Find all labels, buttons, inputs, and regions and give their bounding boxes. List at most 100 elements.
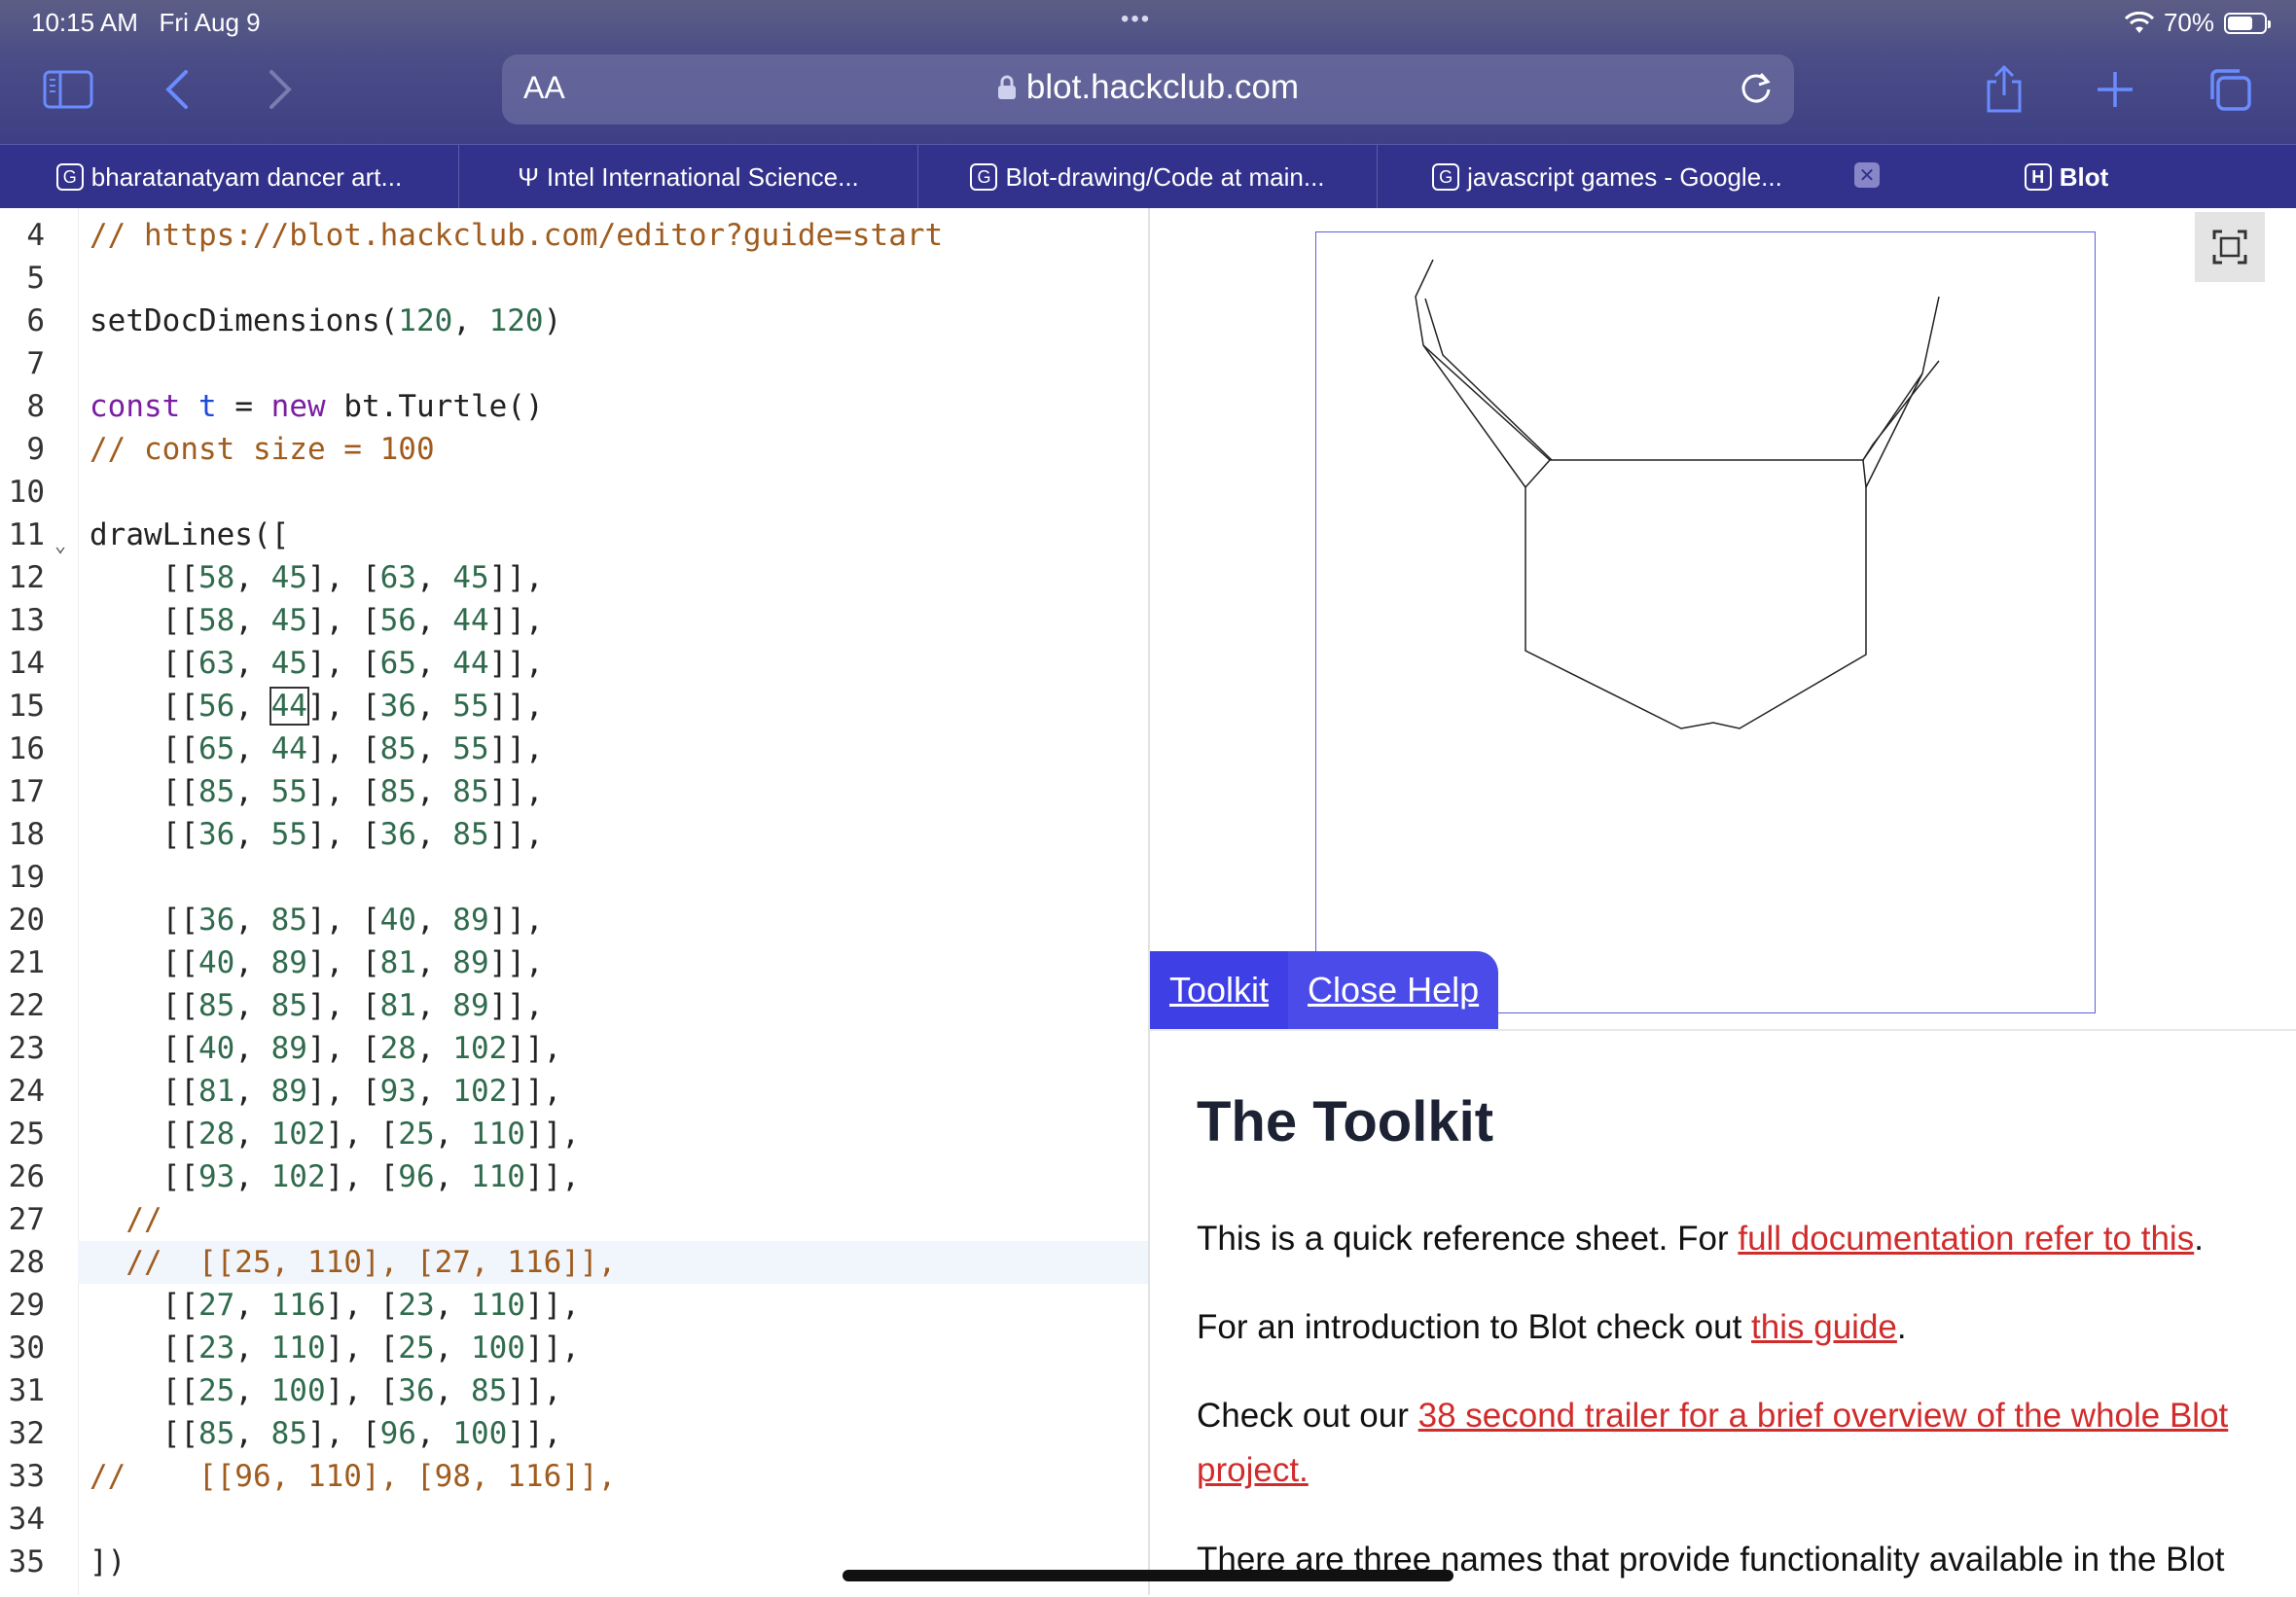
code-line[interactable]: [[40, 89], [81, 89]], [90,945,544,980]
code-line[interactable]: [[93, 102], [96, 110]], [90,1159,580,1194]
battery-icon [2224,12,2271,34]
drawing-path-body [1525,459,1867,729]
google-icon: G [1432,163,1460,191]
help-text: . [1896,1308,1907,1346]
line-number: 7 [26,346,45,381]
line-number: 9 [26,432,45,467]
code-line[interactable]: // [90,1202,161,1237]
guide-link[interactable]: this guide [1751,1308,1897,1346]
multitask-dots[interactable]: ••• [1121,6,1151,33]
line-number: 18 [8,817,45,852]
line-number: 34 [8,1502,45,1537]
reload-icon[interactable] [1738,70,1775,112]
code-line[interactable]: drawLines([ [90,517,289,552]
line-number: 24 [8,1074,45,1109]
tab-blot-active[interactable]: H Blot [1837,145,2296,209]
help-tabs: Toolkit Close Help [1150,951,1499,1029]
code-line[interactable]: // const size = 100 [90,432,435,467]
tab-bharatanatyam[interactable]: G bharatanatyam dancer art... [0,145,459,209]
code-line[interactable]: [[28, 102], [25, 110]], [90,1117,580,1152]
tab-javascript-games[interactable]: G javascript games - Google... [1378,145,1837,209]
tab-label: Intel International Science... [546,161,859,192]
new-tab-icon[interactable] [2086,60,2144,119]
line-number: 35 [8,1544,45,1579]
code-line[interactable]: [[63, 45], [65, 44]], [90,646,544,681]
url-text: blot.hackclub.com [1025,68,1300,106]
line-number: 5 [26,261,45,296]
line-number: 13 [8,603,45,638]
fullscreen-button[interactable] [2195,212,2265,282]
code-line[interactable]: // https://blot.hackclub.com/editor?guid… [90,218,943,253]
code-line[interactable]: // [[25, 110], [27, 116]], [90,1245,616,1280]
documentation-link[interactable]: full documentation refer to this [1738,1220,2194,1258]
line-number: 20 [8,903,45,938]
hackclub-icon: H [2024,163,2052,191]
url-display[interactable]: blot.hackclub.com [502,68,1794,107]
code-line[interactable]: [[85, 85], [96, 100]], [90,1416,562,1451]
tab-label: javascript games - Google... [1467,161,1782,192]
isef-icon: Ψ [518,161,539,192]
tab-blot-github[interactable]: G Blot-drawing/Code at main... [918,145,1378,209]
date: Fri Aug 9 [159,8,261,37]
code-line[interactable]: ]) [90,1544,126,1579]
code-line[interactable]: [[36, 55], [36, 85]], [90,817,544,852]
wifi-icon [2124,11,2154,33]
code-line[interactable]: [[58, 45], [63, 45]], [90,560,544,595]
tab-label: bharatanatyam dancer art... [90,161,403,192]
code-line[interactable]: setDocDimensions(120, 120) [90,303,561,338]
help-paragraph: This is a quick reference sheet. For ful… [1197,1212,2247,1266]
share-icon[interactable] [1975,60,2033,119]
close-help-button[interactable]: Close Help [1288,951,1499,1029]
code-line[interactable]: [[27, 116], [23, 110]], [90,1288,580,1323]
line-number: 8 [26,389,45,424]
line-number: 29 [8,1288,45,1323]
code-line[interactable]: [[58, 45], [56, 44]], [90,603,544,638]
line-number: 33 [8,1459,45,1494]
help-text: For an introduction to Blot check out [1197,1308,1752,1346]
google-icon: G [970,163,998,191]
help-paragraph: For an introduction to Blot check out th… [1197,1300,2247,1355]
tab-overview-icon[interactable] [2201,60,2259,119]
status-right: 70% [2124,8,2271,38]
battery-percent: 70% [2163,8,2214,37]
drawing-svg [1415,259,1940,729]
help-text: This is a quick reference sheet. For [1197,1220,1739,1258]
line-number: 10 [8,475,45,510]
line-number: 19 [8,860,45,895]
code-line[interactable]: const t = new bt.Turtle() [90,389,544,424]
line-number: 14 [8,646,45,681]
line-number: 4 [26,218,45,253]
code-line[interactable]: [[36, 85], [40, 89]], [90,903,544,938]
line-number: 26 [8,1159,45,1194]
sidebar-toggle-icon[interactable] [39,60,97,119]
tab-bar: G bharatanatyam dancer art... Ψ Intel In… [0,144,2296,209]
browser-chrome: 10:15 AM Fri Aug 9 ••• 70% AA blot.hackc… [0,0,2296,144]
code-line[interactable]: [[23, 110], [25, 100]], [90,1331,580,1366]
code-line[interactable]: [[25, 100], [36, 85]], [90,1373,562,1408]
fold-chevron-icon[interactable]: ⌄ [54,533,66,556]
code-line[interactable]: [[85, 85], [81, 89]], [90,988,544,1023]
lock-icon [997,75,1016,99]
drawing-line-left [1422,344,1526,488]
clock: 10:15 AM [31,8,138,37]
line-number: 25 [8,1117,45,1152]
line-number: 11 [8,517,45,552]
code-line[interactable]: [[65, 44], [85, 55]], [90,731,544,766]
tab-toolkit[interactable]: Toolkit [1150,951,1289,1029]
code-line[interactable]: // [[96, 110], [98, 116]], [90,1459,616,1494]
code-line[interactable]: [[56, 44], [36, 55]], [90,687,544,726]
help-paragraph: Check out our 38 second trailer for a br… [1197,1389,2247,1498]
line-number: 22 [8,988,45,1023]
code-line[interactable]: [[81, 89], [93, 102]], [90,1074,562,1109]
code-line[interactable]: [[40, 89], [28, 102]], [90,1031,562,1066]
help-title: The Toolkit [1197,1090,1494,1153]
forward-icon[interactable] [251,60,309,119]
tab-intel-isef[interactable]: Ψ Intel International Science... [459,145,918,209]
back-icon[interactable] [148,60,206,119]
line-number: 30 [8,1331,45,1366]
code-editor[interactable]: ⌄ 4 5 6 7 8 9 10 11 12 13 14 15 16 17 18 19 20 21 22 23 24 25… [0,208,1150,1595]
status-time: 10:15 AM Fri Aug 9 [31,8,261,38]
address-bar[interactable]: AA blot.hackclub.com [502,54,1794,124]
line-number: 15 [8,689,45,724]
code-line[interactable]: [[85, 55], [85, 85]], [90,774,544,809]
